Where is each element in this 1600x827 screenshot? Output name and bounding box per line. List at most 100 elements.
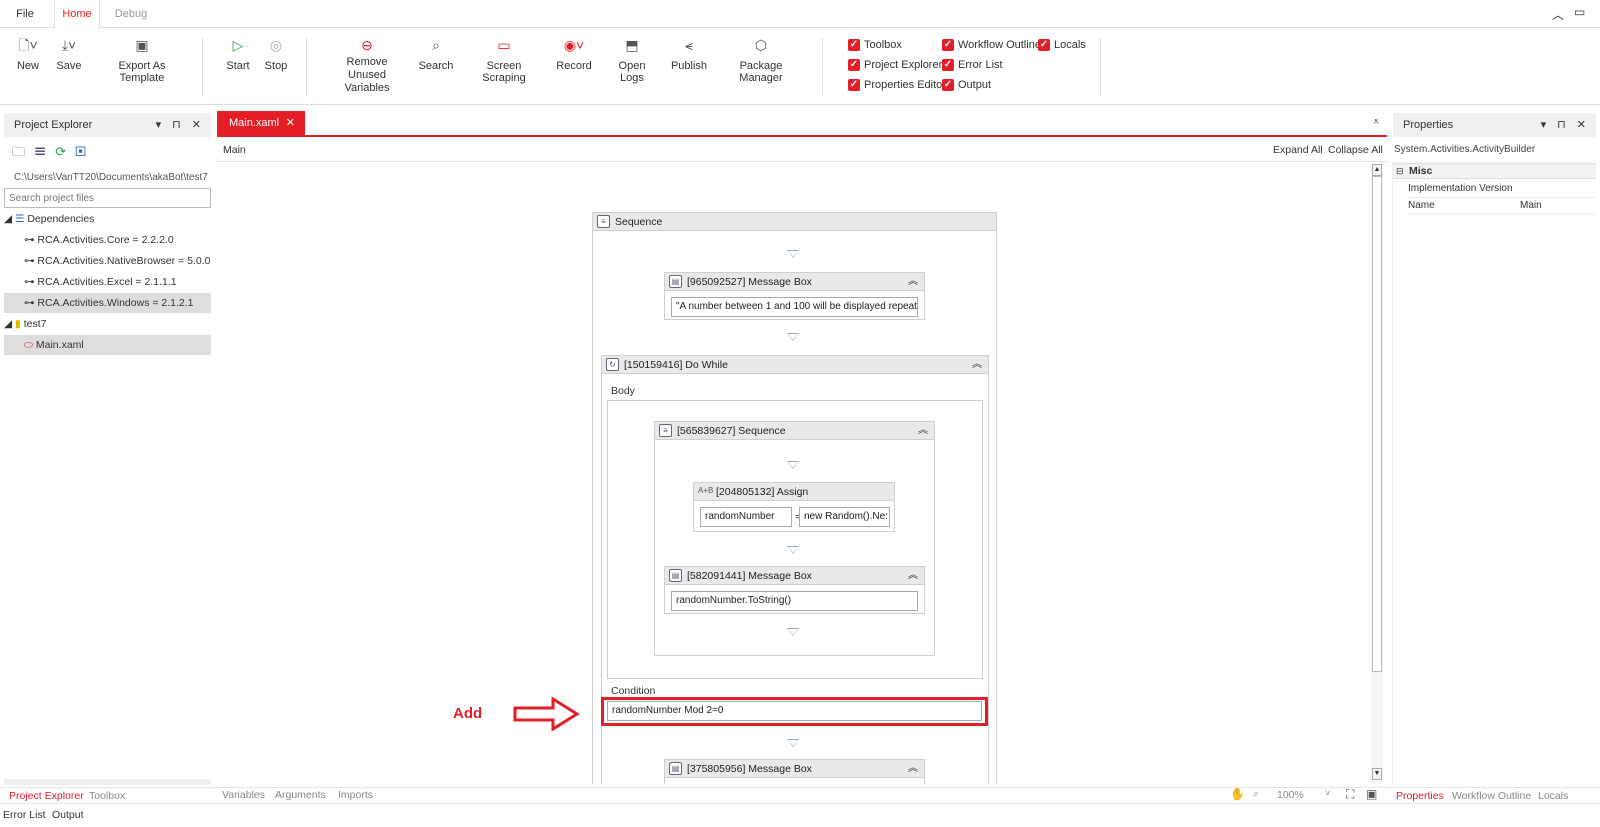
drop-arrow-icon[interactable]	[787, 333, 799, 341]
message-box-activity[interactable]: ▤ [375805956] Message Box ︽	[664, 759, 925, 784]
assign-activity[interactable]: A+B[204805132] Assign randomNumber = new…	[693, 482, 895, 532]
tree-project[interactable]: ◢ ▮ test7	[4, 314, 211, 334]
open-folder-icon[interactable]: 🗀	[12, 144, 34, 159]
collapse-all-link[interactable]: Collapse All	[1328, 144, 1383, 156]
tab-main-xaml[interactable]: Main.xaml ✕	[217, 111, 305, 135]
designer-scrollbar[interactable]: ▲ ▼	[1371, 164, 1383, 784]
sequence-icon: ≡	[659, 424, 672, 437]
remove-icon[interactable]: ▣	[75, 144, 95, 159]
record-button[interactable]: ◉˅ Record	[556, 36, 592, 72]
tree-dependency[interactable]: ⊶ RCA.Activities.NativeBrowser = 5.0.0.2	[4, 251, 211, 271]
tab-output[interactable]: Output	[52, 809, 84, 821]
message-box-header: ▤ [375805956] Message Box ︽	[665, 760, 924, 778]
condition-field[interactable]: randomNumber Mod 2=0	[607, 701, 982, 721]
panel-controls[interactable]: ▾ ⊓ ✕	[1541, 113, 1590, 137]
tree-view-icon[interactable]: ☰	[34, 144, 55, 159]
scroll-thumb[interactable]	[1372, 176, 1382, 672]
tab-workflow-outline[interactable]: Workflow Outline	[1452, 790, 1531, 802]
property-row[interactable]: Implementation Version	[1408, 181, 1596, 198]
category-misc[interactable]: ⊟ Misc	[1393, 163, 1596, 179]
zoom-icon[interactable]: ⌕	[1253, 788, 1259, 801]
drop-arrow-icon[interactable]	[787, 546, 799, 554]
tab-toolbox[interactable]: Toolbox	[89, 790, 125, 802]
new-button[interactable]: 🗋˅ New	[14, 36, 42, 72]
tree-dependencies[interactable]: ◢ ☰ Dependencies	[4, 209, 211, 229]
collapse-icon[interactable]: ⊟	[1396, 164, 1404, 178]
expand-all-link[interactable]: Expand All	[1273, 144, 1323, 156]
collapse-icon[interactable]: ︽	[972, 356, 982, 374]
ribbon-separator	[822, 38, 823, 96]
drop-arrow-icon[interactable]	[787, 250, 799, 258]
comment-icon[interactable]: ▭	[1574, 5, 1585, 19]
project-explorer-title: Project Explorer	[14, 119, 93, 131]
screen-icon: ▭	[497, 37, 511, 53]
zoom-level[interactable]: 100%	[1277, 789, 1304, 801]
search-project-input[interactable]	[4, 188, 211, 208]
tab-list-icon[interactable]: ⩡	[1373, 116, 1379, 129]
screen-scraping-button[interactable]: ▭ Screen Scraping	[466, 36, 542, 84]
search-button[interactable]: ⌕ Search	[418, 36, 454, 72]
toolbox-checkbox[interactable]: ✓ Toolbox	[848, 37, 902, 53]
tab-locals[interactable]: Locals	[1538, 790, 1568, 802]
message-box-activity[interactable]: ▤ [965092527] Message Box ︽ "A number betw…	[664, 272, 925, 320]
workflow-outline-checkbox[interactable]: ✓ Workflow Outline	[942, 37, 1041, 53]
pan-hand-icon[interactable]: ✋	[1230, 787, 1245, 801]
tree-dependency[interactable]: ⊶ RCA.Activities.Windows = 2.1.2.1	[4, 293, 211, 313]
panel-controls[interactable]: ▾ ⊓ ✕	[156, 113, 205, 137]
export-template-button[interactable]: ▣ Export As Template	[96, 36, 188, 84]
drop-arrow-icon[interactable]	[787, 628, 799, 636]
message-icon: ▤	[669, 275, 682, 288]
menu-file[interactable]: File	[8, 0, 42, 28]
close-icon[interactable]: ✕	[286, 111, 295, 135]
package-manager-button[interactable]: ⬡ Package Manager	[720, 36, 802, 84]
project-explorer-checkbox[interactable]: ✓ Project Explorer	[848, 57, 942, 73]
overview-icon[interactable]: ▣	[1366, 787, 1377, 801]
checkbox-checked-icon: ✓	[942, 59, 954, 72]
tab-properties[interactable]: Properties	[1396, 790, 1444, 802]
play-icon: ▷	[232, 37, 244, 53]
output-checkbox[interactable]: ✓ Output	[942, 77, 991, 93]
assign-value-field[interactable]: new Random().Ne:	[799, 507, 890, 527]
collapse-ribbon-icon[interactable]: ︿	[1552, 6, 1564, 23]
refresh-icon[interactable]: ⟳	[55, 144, 75, 159]
fit-screen-icon[interactable]: ⛶	[1346, 787, 1354, 802]
horizontal-scrollbar[interactable]	[4, 779, 211, 785]
message-text-field[interactable]: "A number between 1 and 100 will be disp…	[671, 297, 918, 317]
package-icon: ⬡	[754, 37, 768, 53]
assign-to-field[interactable]: randomNumber	[700, 507, 792, 527]
drop-arrow-icon[interactable]	[787, 739, 799, 747]
properties-editor-checkbox[interactable]: ✓ Properties Editor	[848, 77, 946, 93]
tab-imports[interactable]: Imports	[338, 789, 373, 801]
tab-variables[interactable]: Variables	[222, 789, 265, 801]
tab-home[interactable]: Home	[54, 0, 100, 29]
collapse-icon[interactable]: ︽	[918, 422, 928, 440]
tab-project-explorer[interactable]: Project Explorer	[9, 790, 84, 802]
save-button[interactable]: ⤓˅ Save	[54, 36, 84, 72]
tree-dependency[interactable]: ⊶ RCA.Activities.Excel = 2.1.1.1	[4, 272, 211, 292]
publish-button[interactable]: ⪪ Publish	[670, 36, 708, 72]
error-list-checkbox[interactable]: ✓ Error List	[942, 57, 1003, 73]
collapse-icon[interactable]: ︽	[908, 567, 918, 585]
collapse-icon[interactable]: ︽	[908, 760, 918, 778]
start-button[interactable]: ▷ Start	[224, 36, 252, 72]
property-row[interactable]: Name Main	[1408, 198, 1596, 215]
scroll-down-icon[interactable]: ▼	[1372, 768, 1382, 780]
tab-debug[interactable]: Debug	[106, 0, 156, 28]
stop-button[interactable]: ◎ Stop	[262, 36, 290, 72]
remove-unused-variables-button[interactable]: ⊖ Remove Unused Variables	[328, 36, 406, 95]
drop-arrow-icon[interactable]	[787, 461, 799, 469]
tab-error-list[interactable]: Error List	[3, 809, 46, 821]
ribbon-separator	[1100, 38, 1101, 96]
zoom-dropdown-icon[interactable]: ˅	[1325, 788, 1330, 798]
checkbox-checked-icon: ✓	[848, 59, 860, 72]
inner-sequence-activity[interactable]: ≡ [565839627] Sequence ︽	[654, 421, 935, 656]
locals-checkbox[interactable]: ✓ Locals	[1038, 37, 1086, 53]
message-text-field[interactable]: randomNumber.ToString()	[671, 591, 918, 611]
message-box-activity[interactable]: ▤ [582091441] Message Box ︽ randomNumber.T…	[664, 566, 925, 614]
collapse-icon[interactable]: ︽	[908, 273, 918, 291]
tab-arguments[interactable]: Arguments	[275, 789, 326, 801]
tree-dependency[interactable]: ⊶ RCA.Activities.Core = 2.2.2.0	[4, 230, 211, 250]
scroll-up-icon[interactable]: ▲	[1372, 164, 1382, 176]
open-logs-button[interactable]: ⬒ Open Logs	[606, 36, 658, 84]
tree-file-main[interactable]: ⬭ Main.xaml	[4, 335, 211, 355]
